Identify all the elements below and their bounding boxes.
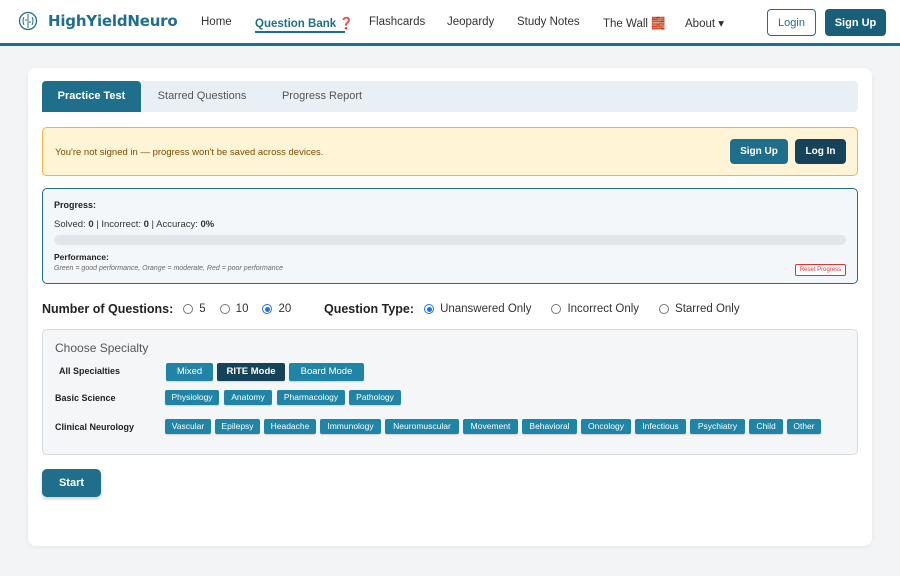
progress-bar (54, 235, 846, 245)
tab-practice-test[interactable]: Practice Test (42, 81, 141, 112)
specialty-panel: Choose Specialty All Specialties Mixed R… (42, 329, 858, 455)
chip-child[interactable]: Child (749, 419, 783, 434)
tab-bar: Practice Test Starred Questions Progress… (42, 81, 858, 112)
solved-count: 0 (88, 219, 94, 230)
nav-about-dropdown[interactable]: About ▾ (685, 16, 724, 30)
specialty-title: Choose Specialty (55, 341, 149, 355)
chip-board-mode[interactable]: Board Mode (289, 363, 364, 381)
radio-unanswered[interactable] (424, 304, 435, 314)
signup-button[interactable]: Sign Up (825, 9, 886, 36)
type-option-unanswered[interactable]: Unanswered Only (424, 303, 531, 315)
accuracy-value: 0% (200, 219, 215, 230)
question-type-label: Question Type: (324, 302, 415, 316)
chip-pathology[interactable]: Pathology (349, 390, 401, 405)
alert-message: You're not signed in — progress won't be… (55, 147, 324, 158)
chip-rite-mode[interactable]: RITE Mode (217, 363, 285, 381)
alert-login-button[interactable]: Log In (795, 139, 846, 164)
num-option-label: 20 (278, 303, 292, 315)
chip-immunology[interactable]: Immunology (320, 419, 381, 434)
num-option-label: 10 (235, 303, 249, 315)
question-type-group: Question Type: Unanswered Only Incorrect… (324, 301, 754, 317)
num-option-20[interactable]: 20 (262, 303, 291, 315)
solved-label: Solved: (54, 219, 86, 230)
radio-starred[interactable] (659, 304, 670, 314)
chip-psychiatry[interactable]: Psychiatry (690, 419, 745, 434)
performance-label: Performance: (54, 252, 109, 262)
chip-movement[interactable]: Movement (463, 419, 518, 434)
chip-anatomy[interactable]: Anatomy (224, 390, 272, 405)
radio-5[interactable] (183, 304, 194, 314)
nav-home[interactable]: Home (201, 16, 232, 28)
chip-infectious[interactable]: Infectious (635, 419, 686, 434)
chip-other[interactable]: Other (787, 419, 821, 434)
chip-neuromuscular[interactable]: Neuromuscular (385, 419, 459, 434)
chip-behavioral[interactable]: Behavioral (522, 419, 577, 434)
nav-the-wall[interactable]: The Wall 🧱 (603, 16, 665, 30)
num-option-5[interactable]: 5 (183, 303, 206, 315)
performance-legend: Green = good performance, Orange = moder… (54, 265, 283, 272)
chip-epilepsy[interactable]: Epilepsy (215, 419, 260, 434)
progress-label: Progress: (54, 200, 97, 210)
progress-panel: Progress: Solved: 0 | Incorrect: 0 | Acc… (42, 188, 858, 284)
basic-science-label: Basic Science (55, 393, 116, 403)
type-option-label: Starred Only (675, 303, 740, 315)
clinical-neurology-label: Clinical Neurology (55, 422, 135, 432)
radio-10[interactable] (219, 304, 230, 314)
all-specialties-label: All Specialties (59, 366, 121, 376)
incorrect-count: 0 (143, 219, 149, 230)
brand[interactable]: HighYieldNeuro (18, 11, 178, 31)
sign-in-alert: You're not signed in — progress won't be… (42, 127, 858, 176)
incorrect-label: Incorrect: (101, 219, 141, 230)
nav-question-bank[interactable]: Question Bank ❓ (255, 16, 354, 30)
chip-pharmacology[interactable]: Pharmacology (277, 390, 345, 405)
login-button[interactable]: Login (767, 9, 816, 36)
type-option-starred[interactable]: Starred Only (659, 303, 740, 315)
type-option-label: Incorrect Only (567, 303, 640, 315)
start-button[interactable]: Start (42, 469, 101, 497)
type-option-incorrect[interactable]: Incorrect Only (551, 303, 639, 315)
number-of-questions-label: Number of Questions: (42, 302, 174, 316)
tab-starred-questions[interactable]: Starred Questions (147, 81, 257, 112)
alert-signup-button[interactable]: Sign Up (730, 139, 788, 164)
chip-oncology[interactable]: Oncology (581, 419, 631, 434)
progress-stats: Solved: 0 | Incorrect: 0 | Accuracy: 0% (54, 219, 215, 230)
type-option-label: Unanswered Only (440, 303, 532, 315)
top-nav: HighYieldNeuro Home Question Bank ❓ Flas… (0, 0, 900, 46)
active-nav-underline (255, 31, 345, 33)
nav-flashcards[interactable]: Flashcards (369, 16, 425, 28)
tab-progress-report[interactable]: Progress Report (267, 81, 377, 112)
chip-mixed[interactable]: Mixed (166, 363, 213, 381)
nav-study-notes[interactable]: Study Notes (517, 16, 580, 28)
radio-20[interactable] (262, 304, 273, 314)
reset-progress-button[interactable]: Reset Progress (795, 264, 846, 276)
chip-headache[interactable]: Headache (264, 419, 316, 434)
chip-physiology[interactable]: Physiology (165, 390, 219, 405)
num-option-10[interactable]: 10 (219, 303, 249, 315)
chip-vascular[interactable]: Vascular (165, 419, 211, 434)
nav-jeopardy[interactable]: Jeopardy (447, 16, 494, 28)
radio-incorrect[interactable] (551, 304, 562, 314)
brand-name: HighYieldNeuro (48, 12, 178, 30)
num-option-label: 5 (199, 303, 206, 315)
brain-icon (18, 11, 38, 31)
number-of-questions-group: Number of Questions: 5 10 20 (42, 301, 305, 317)
accuracy-label: Accuracy: (156, 219, 198, 230)
